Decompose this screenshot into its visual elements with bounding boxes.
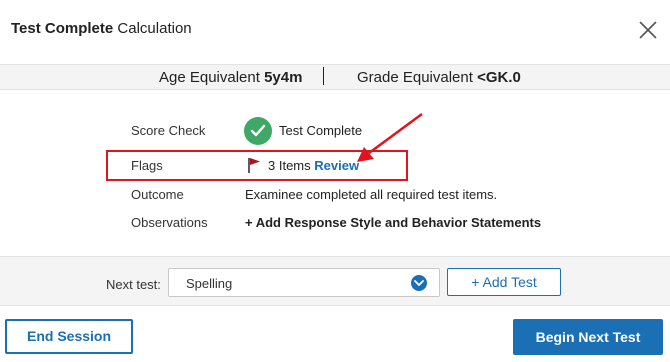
score-check-label: Score Check <box>131 123 206 138</box>
dialog-title-bold: Test Complete <box>11 20 114 37</box>
outcome-label: Outcome <box>131 187 184 202</box>
age-equivalent-value: 5y4m <box>264 69 303 86</box>
age-equivalent-label: Age Equivalent <box>159 69 260 86</box>
dialog-title-rest: Calculation <box>113 20 192 37</box>
outcome-value: Examinee completed all required test ite… <box>245 187 498 202</box>
observations-row: Observations + Add Response Style and Be… <box>0 212 670 234</box>
grade-equivalent-value: <GK.0 <box>477 69 521 86</box>
score-check-value: Test Complete <box>279 123 363 138</box>
age-equivalent: Age Equivalent 5y4m <box>159 69 302 86</box>
next-test-selected: Spelling <box>186 276 233 291</box>
next-test-bar: Next test: Spelling + Add Test <box>0 256 670 305</box>
add-test-button[interactable]: + Add Test <box>447 268 561 296</box>
check-circle-icon <box>244 117 272 145</box>
score-check-row: Score Check Test Complete <box>0 117 670 145</box>
divider <box>323 67 324 85</box>
chevron-down-icon <box>411 275 427 291</box>
begin-next-test-button[interactable]: Begin Next Test <box>513 319 663 355</box>
dialog-footer: End Session Begin Next Test <box>0 305 670 362</box>
grade-equivalent-label: Grade Equivalent <box>357 69 473 86</box>
grade-equivalent: Grade Equivalent <GK.0 <box>357 69 521 86</box>
observations-label: Observations <box>131 215 208 230</box>
end-session-button[interactable]: End Session <box>5 319 133 354</box>
equivalents-bar: Age Equivalent 5y4m Grade Equivalent <GK… <box>0 64 670 90</box>
outcome-row: Outcome Examinee completed all required … <box>0 184 670 206</box>
dialog-title: Test Complete Calculation <box>11 20 192 37</box>
next-test-select[interactable]: Spelling <box>168 268 440 297</box>
add-observations-link[interactable]: + Add Response Style and Behavior Statem… <box>245 215 541 230</box>
highlight-box <box>106 150 408 181</box>
close-icon[interactable] <box>636 18 660 42</box>
next-test-label: Next test: <box>106 277 161 292</box>
dialog-header: Test Complete Calculation <box>0 0 670 64</box>
